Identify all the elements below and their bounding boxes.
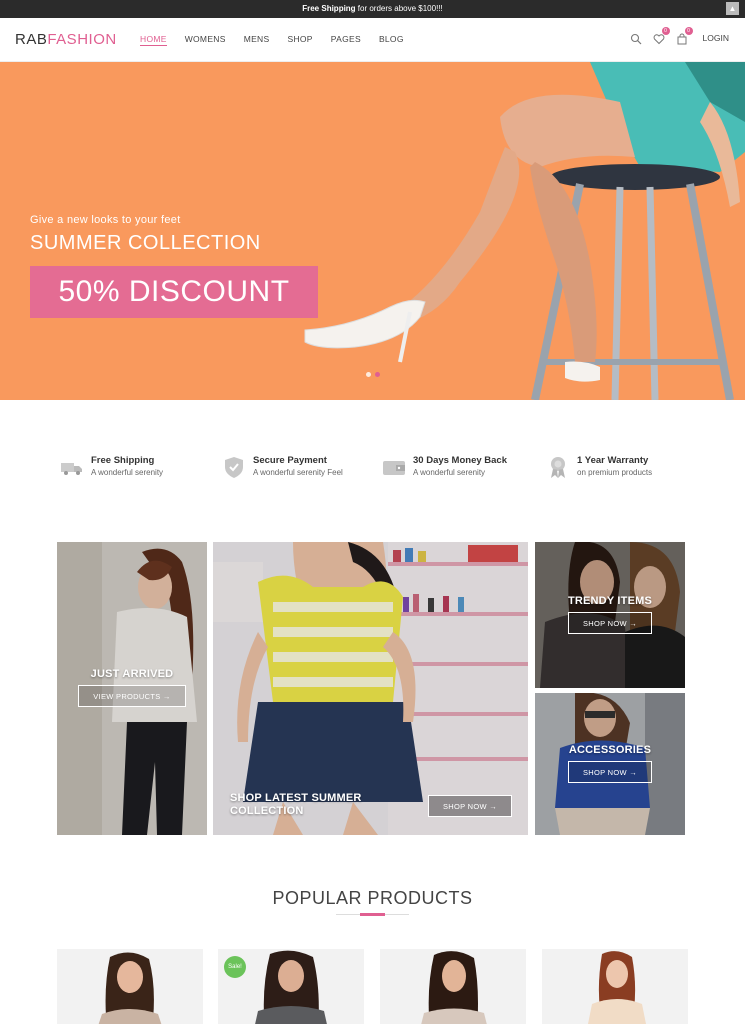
award-icon — [551, 457, 565, 478]
promo-title-line2: COLLECTION — [230, 805, 304, 817]
product-card[interactable] — [57, 949, 203, 1024]
main-nav: HOME WOMENS MENS SHOP PAGES BLOG — [140, 34, 422, 46]
product-card[interactable] — [542, 949, 688, 1024]
nav-item-pages[interactable]: PAGES — [331, 34, 361, 46]
cart-icon[interactable]: 0 — [676, 27, 693, 45]
announcement-bold: Free Shipping — [302, 4, 356, 13]
announcement-bar: Free Shipping for orders above $100!!! ▲ — [0, 0, 745, 18]
heart-icon[interactable]: 0 — [653, 27, 670, 45]
hero-banner: Give a new looks to your feet SUMMER COL… — [0, 62, 745, 400]
product-image — [588, 951, 646, 1024]
announcement-text: for orders above $100!!! — [355, 4, 443, 13]
promo-title: TRENDY ITEMS — [567, 595, 653, 607]
wishlist-count-badge: 0 — [661, 27, 670, 35]
feature-subtitle: A wonderful serenity — [413, 468, 486, 477]
product-card[interactable] — [380, 949, 526, 1024]
slider-dot[interactable] — [366, 372, 371, 377]
feature-secure-payment: Secure Payment A wonderful serenity Feel — [222, 455, 343, 479]
hero-image — [304, 62, 745, 400]
promo-title: JUST ARRIVED — [90, 668, 174, 680]
nav-item-shop[interactable]: SHOP — [287, 34, 312, 46]
promo-trendy-items[interactable]: TRENDY ITEMS SHOP NOW → — [535, 542, 685, 688]
shop-now-button[interactable]: SHOP NOW → — [428, 795, 512, 817]
promo-just-arrived[interactable]: JUST ARRIVED VIEW PRODUCTS → — [57, 542, 207, 835]
shop-now-button[interactable]: SHOP NOW → — [568, 761, 652, 783]
logo-main: RAB — [15, 31, 48, 48]
promo-summer-collection[interactable]: SHOP LATEST SUMMER COLLECTION SHOP NOW → — [213, 542, 528, 835]
nav-item-home[interactable]: HOME — [140, 34, 167, 46]
feature-title: Free Shipping — [91, 455, 155, 466]
feature-free-shipping: Free Shipping A wonderful serenity — [60, 455, 163, 479]
feature-subtitle: A wonderful serenity Feel — [253, 468, 343, 477]
nav-item-blog[interactable]: BLOG — [379, 34, 404, 46]
section-title: POPULAR PRODUCTS — [272, 888, 473, 908]
search-icon[interactable] — [630, 32, 642, 45]
hero-subtitle: Give a new looks to your feet — [30, 214, 181, 226]
hero-title: SUMMER COLLECTION — [30, 232, 261, 254]
promo-title: ACCESSORIES — [568, 744, 652, 756]
feature-title: 30 Days Money Back — [413, 455, 507, 466]
slider-dots — [366, 372, 380, 377]
hero-discount-banner[interactable]: 50% DISCOUNT — [30, 266, 318, 318]
feature-subtitle: on premium products — [577, 468, 653, 477]
section-divider — [336, 913, 409, 916]
login-link[interactable]: LOGIN — [703, 33, 729, 43]
site-header: RABFASHION HOME WOMENS MENS SHOP PAGES B… — [0, 18, 745, 62]
promo-title-line1: SHOP LATEST SUMMER — [230, 792, 362, 804]
sale-badge: Sale! — [224, 956, 246, 978]
truck-icon — [61, 463, 82, 475]
product-image — [421, 951, 487, 1024]
promo-accessories[interactable]: ACCESSORIES SHOP NOW → — [535, 693, 685, 835]
wallet-icon — [383, 461, 405, 475]
nav-item-womens[interactable]: WOMENS — [185, 34, 226, 46]
shop-now-button[interactable]: SHOP NOW → — [568, 612, 652, 634]
product-image — [98, 952, 162, 1024]
nav-item-mens[interactable]: MENS — [244, 34, 270, 46]
feature-subtitle: A wonderful serenity — [91, 468, 164, 477]
slider-dot-active[interactable] — [375, 372, 380, 377]
logo-accent: FASHION — [47, 31, 117, 48]
cart-count-badge: 0 — [684, 27, 693, 35]
feature-warranty: 1 Year Warranty on premium products — [546, 455, 652, 479]
shield-icon — [225, 457, 243, 478]
header-actions: 0 0 LOGIN — [630, 27, 729, 45]
chevron-up-icon[interactable]: ▲ — [726, 2, 739, 15]
features-row: Free Shipping A wonderful serenity Secur… — [60, 455, 700, 491]
view-products-button[interactable]: VIEW PRODUCTS → — [78, 685, 186, 707]
feature-title: Secure Payment — [253, 455, 327, 466]
logo[interactable]: RABFASHION — [15, 31, 117, 48]
feature-money-back: 30 Days Money Back A wonderful serenity — [382, 455, 507, 479]
product-card[interactable]: Sale! — [218, 949, 364, 1024]
feature-title: 1 Year Warranty — [577, 455, 649, 466]
